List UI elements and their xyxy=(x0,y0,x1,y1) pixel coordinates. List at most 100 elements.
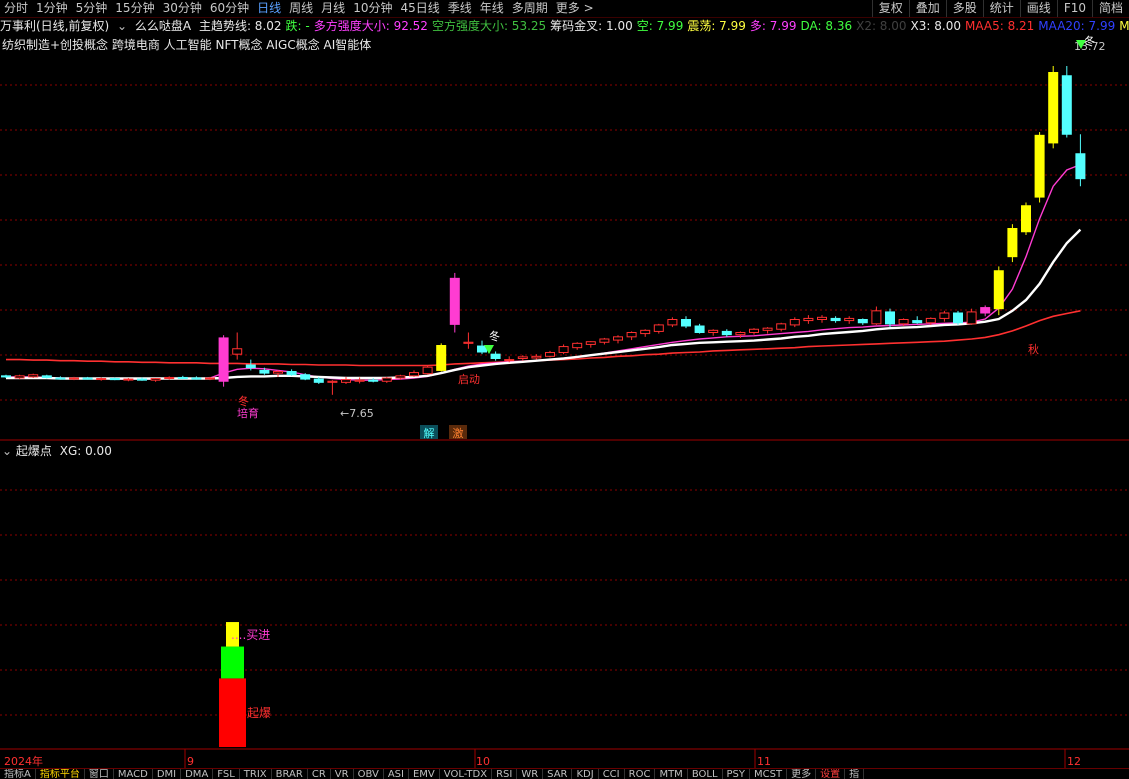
ji-tag: 激 xyxy=(453,426,464,440)
candle-body xyxy=(953,312,963,324)
candle-body xyxy=(490,353,501,359)
note-label: 冬 xyxy=(489,329,500,343)
candle-body xyxy=(694,325,705,333)
toolbar-button[interactable]: 叠加 xyxy=(908,0,946,17)
candle-body xyxy=(164,376,175,380)
low-price-label: ←7.65 xyxy=(340,407,374,420)
candle-body xyxy=(898,319,909,325)
candle-body xyxy=(640,329,651,335)
chevron-down-icon[interactable]: ⌄ xyxy=(2,444,12,458)
candle-body xyxy=(313,378,324,383)
indicator-values: 主趋势线: 8.02 跌: - 多方强度大小: 92.52 空方强度大小: 53.25… xyxy=(199,19,1129,33)
candle-body xyxy=(69,377,79,380)
candle-body xyxy=(871,310,882,325)
toolbar-button[interactable]: 画线 xyxy=(1019,0,1057,17)
candle-body xyxy=(667,319,678,326)
toolbar-button[interactable]: 复权 xyxy=(871,0,909,17)
concept-tags: 纺织制造+创投概念 跨境电商 人工智能 NFT概念 AIGC概念 AI智能体 xyxy=(2,38,372,52)
candle-body xyxy=(844,317,855,322)
chevron-down-icon[interactable]: ⌄ xyxy=(117,19,127,33)
candle-body xyxy=(245,364,256,369)
indicator-value: DA: 8.36 xyxy=(800,19,853,33)
candle-body xyxy=(885,311,895,325)
candle-body xyxy=(232,348,243,355)
period-tab[interactable]: 10分钟 xyxy=(349,0,396,17)
subchart-name[interactable]: 起爆点 xyxy=(16,444,52,458)
note-label: 启动 xyxy=(458,373,480,386)
candle-body xyxy=(300,374,311,380)
period-tab[interactable]: 季线 xyxy=(444,0,476,17)
ma-line-red xyxy=(6,310,1081,367)
toolbar-button[interactable]: 简档 xyxy=(1091,0,1129,17)
x-axis-label: 11 xyxy=(757,755,771,768)
candle-body xyxy=(1061,75,1072,135)
burst-bar-red xyxy=(219,678,246,747)
x-axis-label: 2024年 xyxy=(4,754,43,768)
candle-body xyxy=(585,341,596,345)
candle-body xyxy=(1,375,11,378)
indicator-value: X2: 8.00 xyxy=(856,19,907,33)
subchart-title: ⌄ 起爆点 XG: 0.00 xyxy=(2,442,112,459)
candle-body xyxy=(381,377,392,382)
candle-body xyxy=(721,330,732,336)
candle-body xyxy=(463,341,474,344)
period-toolbar: 分时 1分钟 5分钟 15分钟 30分钟 60分钟 日线 周线 月线 10分钟 45日线 季线 年线 多周… xyxy=(0,0,1129,18)
candle-body xyxy=(1048,72,1059,144)
candle-body xyxy=(14,375,25,379)
period-tab[interactable]: 1分钟 xyxy=(32,0,72,17)
candle-body xyxy=(205,377,215,380)
candle-body xyxy=(803,317,814,322)
x-axis-label: 9 xyxy=(187,755,194,768)
period-tab[interactable]: 分时 xyxy=(0,0,32,17)
candle-body xyxy=(41,375,52,378)
indicator-value: MAA20: 7.99 xyxy=(1038,19,1116,33)
indicator-value: X3: 8.00 xyxy=(910,19,961,33)
candle-body xyxy=(993,270,1004,310)
kline-chart[interactable]: 13.72←7.65冬启动冬秋培育冬解 激....买进起爆2024年 9 10 11 12 xyxy=(0,0,1129,778)
period-tab[interactable]: 5分钟 xyxy=(72,0,112,17)
indicator-value: 空方强度大小: 53.25 xyxy=(431,19,547,33)
candle-body xyxy=(681,319,691,327)
candle-body xyxy=(626,332,637,338)
candle-body xyxy=(504,359,515,362)
candle-body xyxy=(123,378,134,381)
burst-label: 起爆 xyxy=(247,706,271,720)
candle-body xyxy=(912,320,923,324)
candle-body xyxy=(368,379,379,382)
candle-body xyxy=(708,329,719,334)
toolbar-button[interactable]: 统计 xyxy=(982,0,1020,17)
candle-body xyxy=(653,324,664,332)
indicator-name[interactable]: 么么哒盘A xyxy=(135,19,191,33)
candle-body xyxy=(218,337,229,382)
candle-body xyxy=(191,377,202,380)
period-tab[interactable]: 多周期 xyxy=(508,0,552,17)
candle-body xyxy=(980,307,991,314)
period-tab[interactable]: 15分钟 xyxy=(111,0,158,17)
period-tab[interactable]: 更多 > xyxy=(552,0,598,17)
candle-body xyxy=(830,317,841,322)
period-tab[interactable]: 60分钟 xyxy=(206,0,253,17)
period-tab[interactable]: 周线 xyxy=(285,0,317,17)
candle-body xyxy=(925,317,936,324)
indicator-info-line: 万事利(日线,前复权) ⌄ 么么哒盘A 主趋势线: 8.02 跌: - 多方强度大小… xyxy=(0,18,1129,34)
note-label: 培育 xyxy=(237,406,259,420)
period-tab[interactable]: 45日线 xyxy=(396,0,443,17)
candle-body xyxy=(286,371,297,376)
period-tab[interactable]: 30分钟 xyxy=(159,0,206,17)
candle-body xyxy=(354,379,365,382)
candle-body xyxy=(409,372,419,377)
period-tab[interactable]: 月线 xyxy=(317,0,349,17)
toolbar-right-group: 复权 叠加 多股 统计 画线 F10 简档 xyxy=(871,0,1129,17)
period-tab[interactable]: 年线 xyxy=(476,0,508,17)
candle-body xyxy=(817,316,827,321)
note-label: 秋 xyxy=(1028,342,1039,356)
period-tab[interactable]: 日线 xyxy=(253,0,285,17)
toolbar-button[interactable]: 多股 xyxy=(945,0,983,17)
toolbar-button[interactable]: F10 xyxy=(1056,0,1092,17)
candle-body xyxy=(572,342,583,349)
note-label: 冬 xyxy=(238,394,249,408)
jie-tag: 解 xyxy=(424,426,435,440)
burst-bar-green xyxy=(221,646,244,679)
candle-body xyxy=(150,378,161,381)
candle-body xyxy=(177,376,188,379)
